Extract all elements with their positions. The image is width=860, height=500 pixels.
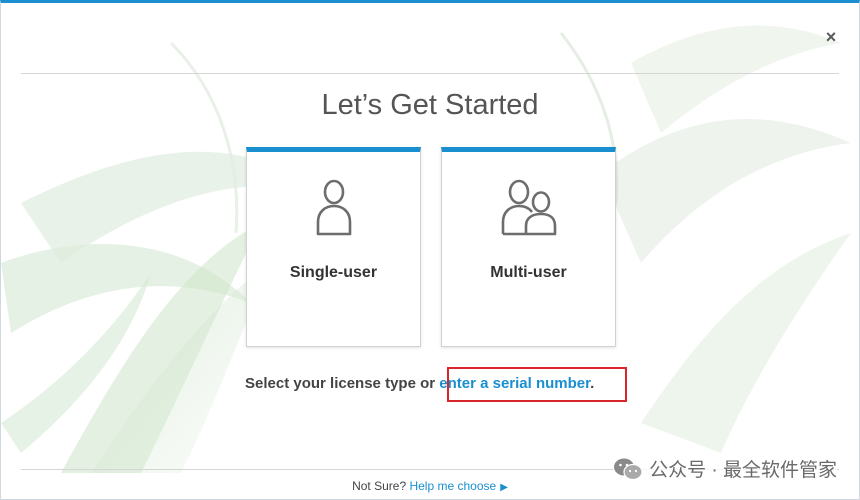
top-divider bbox=[21, 73, 839, 74]
multi-user-icon bbox=[442, 178, 615, 240]
page-title: Let’s Get Started bbox=[321, 89, 539, 121]
single-user-label: Single-user bbox=[289, 264, 378, 281]
multi-user-label: Multi-user bbox=[490, 264, 567, 281]
background-art bbox=[1, 25, 851, 473]
close-button[interactable]: × bbox=[823, 28, 839, 46]
play-arrow-icon[interactable]: ▶ bbox=[500, 482, 508, 493]
multi-user-card[interactable]: Multi-user bbox=[441, 147, 616, 347]
license-prompt-text: Select your license type or bbox=[245, 375, 440, 392]
not-sure-text: Not Sure? bbox=[352, 479, 410, 493]
watermark: 公众号 · 最全软件管家 bbox=[613, 455, 837, 482]
serial-link-highlight bbox=[447, 367, 627, 402]
help-me-choose-link[interactable]: Help me choose bbox=[409, 479, 496, 493]
watermark-text: 公众号 · 最全软件管家 bbox=[649, 460, 837, 481]
single-user-card[interactable]: Single-user bbox=[246, 147, 421, 347]
single-user-icon bbox=[247, 178, 420, 240]
wechat-icon bbox=[614, 458, 643, 480]
license-dialog: × Let’s Get Started Single-user Multi-us… bbox=[0, 0, 860, 500]
